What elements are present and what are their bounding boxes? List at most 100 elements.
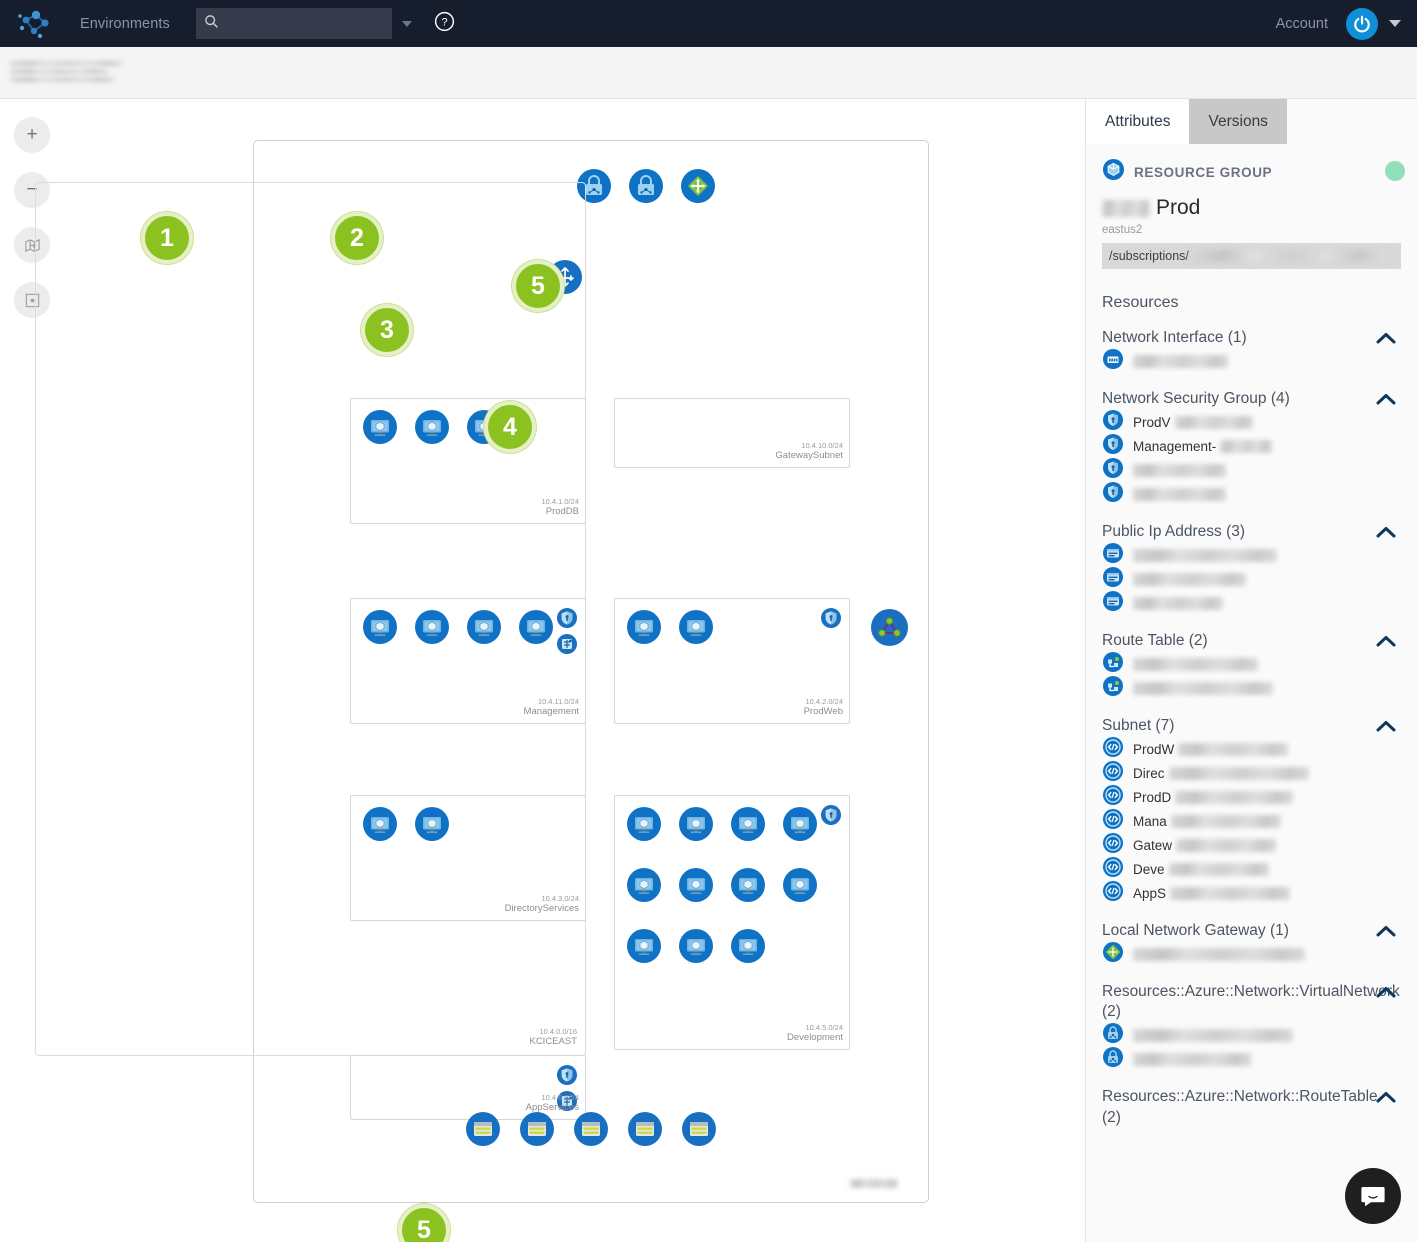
subnet-proddb[interactable]: 10.4.1.0/24 ProdDB [350, 398, 586, 524]
resource-list-item[interactable] [1102, 348, 1401, 373]
power-icon[interactable] [1346, 7, 1378, 40]
chevron-down-icon[interactable] [401, 20, 412, 27]
route-table-resource-icon[interactable] [628, 1112, 662, 1146]
subnet-appservices[interactable]: 10.4.6.0/24 AppServices [350, 1055, 586, 1120]
virtual-machine-icon[interactable] [679, 929, 713, 963]
resource-list-item[interactable] [1102, 941, 1401, 966]
resource-item-label: ProdW [1133, 741, 1175, 757]
subnet-development[interactable]: 10.4.5.0/24 Development [614, 795, 850, 1050]
resource-list-item[interactable]: Gatew [1102, 832, 1401, 857]
virtual-network-icon [1102, 1046, 1124, 1073]
virtual-machine-icon[interactable] [363, 610, 397, 644]
chevron-up-icon[interactable] [1375, 525, 1397, 544]
subnet-prodweb[interactable]: 10.4.2.0/24 ProdWeb [614, 598, 850, 724]
chevron-up-icon[interactable] [1375, 392, 1397, 411]
resource-group-title[interactable]: Resources::Azure::Network::RouteTable (2… [1102, 1087, 1401, 1129]
subnet-directoryservices[interactable]: 10.4.3.0/24 DirectoryServices [350, 795, 586, 921]
local-network-gateway-icon[interactable] [681, 169, 715, 203]
virtual-machine-icon[interactable] [363, 807, 397, 841]
subscription-field[interactable]: /subscriptions/ [1102, 243, 1401, 269]
load-balancer-icon[interactable] [871, 609, 908, 646]
virtual-machine-icon[interactable] [627, 610, 661, 644]
nsg-icon[interactable] [557, 1065, 577, 1085]
chevron-up-icon[interactable] [1375, 985, 1397, 1004]
chat-bubble-icon[interactable] [1345, 1168, 1401, 1224]
search-box[interactable] [195, 8, 392, 39]
virtual-machine-icon[interactable] [627, 807, 661, 841]
resource-list-item[interactable] [1102, 566, 1401, 591]
route-table-icon[interactable] [557, 634, 577, 654]
virtual-machine-icon[interactable] [415, 610, 449, 644]
molecule-logo-icon[interactable] [16, 7, 54, 41]
resource-item-name-redacted [1133, 596, 1223, 610]
search-input[interactable] [225, 15, 384, 32]
route-table-resource-icon[interactable] [520, 1112, 554, 1146]
resource-list-item[interactable] [1102, 542, 1401, 567]
nsg-icon[interactable] [821, 608, 841, 628]
resource-list-item[interactable]: Management- [1102, 433, 1401, 458]
tab-versions[interactable]: Versions [1189, 99, 1287, 144]
virtual-machine-icon[interactable] [415, 410, 449, 444]
nav-environments-link[interactable]: Environments [80, 16, 170, 32]
virtual-machine-icon[interactable] [731, 807, 765, 841]
resource-group-title[interactable]: Resources::Azure::Network::VirtualNetwor… [1102, 982, 1401, 1024]
virtual-machine-icon[interactable] [467, 610, 501, 644]
resource-list-item[interactable]: ProdW [1102, 736, 1401, 761]
resource-list-item[interactable] [1102, 651, 1401, 676]
chevron-up-icon[interactable] [1375, 924, 1397, 943]
resource-group-title[interactable]: Subnet (7) [1102, 716, 1401, 737]
virtual-machine-icon[interactable] [679, 807, 713, 841]
subnet-gatewaysubnet[interactable]: 10.4.10.0/24 GatewaySubnet [614, 398, 850, 468]
virtual-machine-icon[interactable] [731, 929, 765, 963]
resource-list-item[interactable] [1102, 481, 1401, 506]
resource-list-item[interactable]: AppS [1102, 880, 1401, 905]
resource-list-item[interactable]: Mana [1102, 808, 1401, 833]
resource-list-item[interactable]: ProdD [1102, 784, 1401, 809]
chevron-up-icon[interactable] [1375, 1090, 1397, 1109]
virtual-machine-icon[interactable] [519, 610, 553, 644]
subnet-label: 10.4.3.0/24 DirectoryServices [505, 895, 579, 915]
tab-attributes[interactable]: Attributes [1086, 99, 1190, 144]
chevron-up-icon[interactable] [1375, 719, 1397, 738]
virtual-machine-icon[interactable] [627, 868, 661, 902]
account-chevron-down-icon[interactable] [1389, 20, 1401, 27]
route-table-resource-icon[interactable] [466, 1112, 500, 1146]
resource-list-item[interactable] [1102, 675, 1401, 700]
nsg-icon[interactable] [557, 608, 577, 628]
diagram-canvas[interactable]: + − 10.4.0.0/16 KCICEAST 10.4.1.0/24 Pro… [0, 99, 1085, 1242]
subnet-management[interactable]: 10.4.11.0/24 Management [350, 598, 586, 724]
virtual-machine-icon[interactable] [415, 807, 449, 841]
resource-item-name-redacted [1133, 1053, 1251, 1067]
resource-list-item[interactable]: Direc [1102, 760, 1401, 785]
route-table-resource-icon[interactable] [574, 1112, 608, 1146]
question-circle-icon[interactable]: ? [434, 11, 455, 37]
resource-list-item[interactable]: Deve [1102, 856, 1401, 881]
chevron-up-icon[interactable] [1375, 331, 1397, 350]
resource-group-title[interactable]: Route Table (2) [1102, 631, 1401, 652]
resource-group-title[interactable]: Network Interface (1) [1102, 328, 1401, 349]
virtual-network-icon[interactable] [629, 169, 663, 203]
virtual-machine-icon[interactable] [627, 929, 661, 963]
virtual-machine-icon[interactable] [731, 868, 765, 902]
route-table-resource-icon[interactable] [682, 1112, 716, 1146]
virtual-machine-icon[interactable] [679, 610, 713, 644]
resource-group-title[interactable]: Public Ip Address (3) [1102, 522, 1401, 543]
breadcrumb[interactable] [10, 61, 130, 83]
zoom-in-button[interactable]: + [14, 117, 50, 153]
virtual-machine-icon[interactable] [363, 410, 397, 444]
resource-group-title[interactable]: Network Security Group (4) [1102, 389, 1401, 410]
virtual-machine-icon[interactable] [679, 868, 713, 902]
chevron-up-icon[interactable] [1375, 634, 1397, 653]
virtual-machine-icon[interactable] [783, 807, 817, 841]
subnet-label: 10.4.2.0/24 ProdWeb [804, 698, 843, 718]
nsg-icon[interactable] [821, 805, 841, 825]
resource-list-item[interactable]: ProdV [1102, 409, 1401, 434]
resource-list-item[interactable] [1102, 1023, 1401, 1047]
resource-list-item[interactable] [1102, 457, 1401, 482]
virtual-machine-icon[interactable] [783, 868, 817, 902]
resource-list-item[interactable] [1102, 590, 1401, 615]
account-link[interactable]: Account [1276, 16, 1328, 32]
callout-badge-5: 5 [398, 1204, 450, 1242]
resource-list-item[interactable] [1102, 1046, 1401, 1073]
resource-group-title[interactable]: Local Network Gateway (1) [1102, 921, 1401, 942]
